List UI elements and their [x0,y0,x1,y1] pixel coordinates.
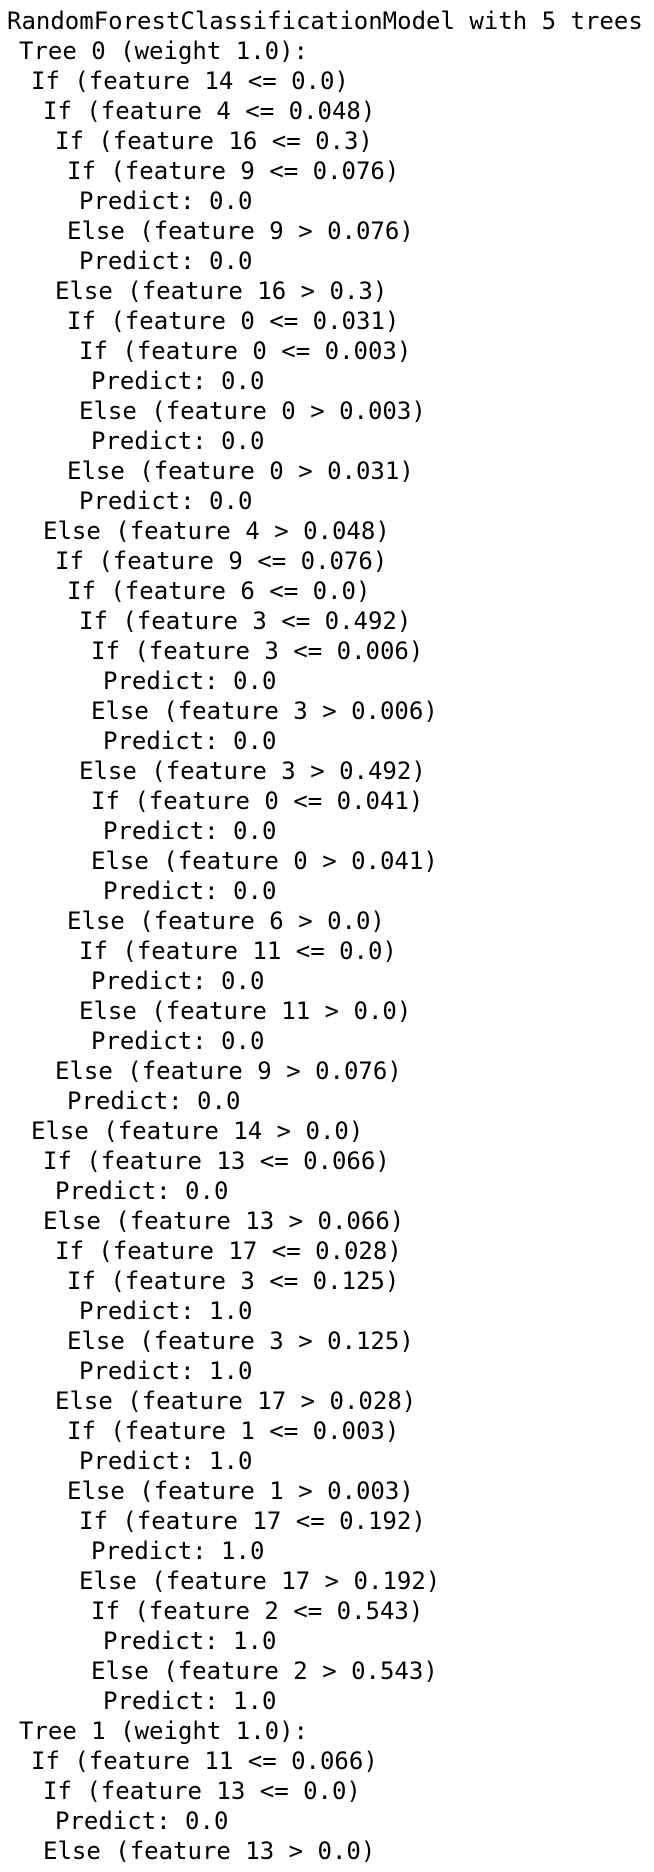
tree-line: Else (feature 0 > 0.041) [91,847,438,875]
tree-line: Else (feature 3 > 0.492) [79,757,426,785]
tree-line: If (feature 1 <= 0.003) [67,1417,400,1445]
tree-line: Else (feature 9 > 0.076) [55,1057,402,1085]
tree-line: Predict: 1.0 [91,1537,265,1565]
tree-line: If (feature 13 <= 0.0) [43,1777,361,1805]
tree-line: Predict: 0.0 [79,487,253,515]
tree-line: If (feature 3 <= 0.125) [67,1267,400,1295]
tree-line: Else (feature 13 > 0.066) [43,1207,405,1235]
tree-line: Predict: 0.0 [91,427,265,455]
tree-line: Else (feature 3 > 0.006) [91,697,438,725]
tree-line: If (feature 9 <= 0.076) [67,157,400,185]
tree-line: Else (feature 0 > 0.031) [67,457,414,485]
tree-line: Predict: 0.0 [79,187,253,215]
tree-line: Predict: 0.0 [103,817,277,845]
tree-line: Predict: 1.0 [103,1627,277,1655]
tree-line: If (feature 16 <= 0.3) [55,127,373,155]
tree-line: Predict: 1.0 [79,1297,253,1325]
tree-line: Predict: 0.0 [55,1177,229,1205]
tree-line: Predict: 0.0 [79,247,253,275]
tree-line: Else (feature 14 > 0.0) [31,1117,364,1145]
tree-line: Else (feature 3 > 0.125) [67,1327,414,1355]
tree-line: Predict: 1.0 [79,1357,253,1385]
tree-line: If (feature 0 <= 0.041) [91,787,424,815]
tree-line: If (feature 11 <= 0.066) [31,1747,378,1775]
tree-line: Predict: 0.0 [55,1807,229,1835]
tree-line: Else (feature 17 > 0.028) [55,1387,417,1415]
tree-line: Else (feature 17 > 0.192) [79,1567,441,1595]
tree-line: If (feature 3 <= 0.006) [91,637,424,665]
tree-line: Else (feature 1 > 0.003) [67,1477,414,1505]
tree-line: If (feature 14 <= 0.0) [31,67,349,95]
tree-line: If (feature 0 <= 0.003) [79,337,412,365]
tree-line: If (feature 2 <= 0.543) [91,1597,424,1625]
tree-line: If (feature 13 <= 0.066) [43,1147,390,1175]
tree-line: Else (feature 13 > 0.0) [43,1837,376,1865]
model-debug-output: RandomForestClassificationModel with 5 t… [7,6,643,1866]
tree-line: Predict: 0.0 [103,667,277,695]
tree-line: If (feature 17 <= 0.028) [55,1237,402,1265]
tree-line: Tree 0 (weight 1.0): [19,37,308,65]
tree-line: Else (feature 6 > 0.0) [67,907,385,935]
tree-line: Predict: 0.0 [91,367,265,395]
output-viewport[interactable]: RandomForestClassificationModel with 5 t… [0,0,654,1872]
tree-line: If (feature 4 <= 0.048) [43,97,376,125]
tree-line: Else (feature 16 > 0.3) [55,277,388,305]
tree-line: Predict: 1.0 [103,1687,277,1715]
tree-line: Predict: 1.0 [79,1447,253,1475]
tree-line: Else (feature 2 > 0.543) [91,1657,438,1685]
tree-line: If (feature 9 <= 0.076) [55,547,388,575]
tree-line: Predict: 0.0 [91,967,265,995]
tree-line: Else (feature 0 > 0.003) [79,397,426,425]
tree-line: If (feature 3 <= 0.492) [79,607,412,635]
model-header: RandomForestClassificationModel with 5 t… [7,7,643,35]
tree-line: Tree 1 (weight 1.0): [19,1717,308,1745]
tree-line: Predict: 0.0 [103,877,277,905]
tree-line: Else (feature 4 > 0.048) [43,517,390,545]
tree-line: Predict: 0.0 [67,1087,241,1115]
tree-line: If (feature 11 <= 0.0) [79,937,397,965]
tree-line: If (feature 6 <= 0.0) [67,577,371,605]
tree-line: Predict: 0.0 [103,727,277,755]
tree-line: Else (feature 11 > 0.0) [79,997,412,1025]
tree-line: Else (feature 9 > 0.076) [67,217,414,245]
tree-line: If (feature 17 <= 0.192) [79,1507,426,1535]
tree-line: If (feature 0 <= 0.031) [67,307,400,335]
tree-line: Predict: 0.0 [91,1027,265,1055]
